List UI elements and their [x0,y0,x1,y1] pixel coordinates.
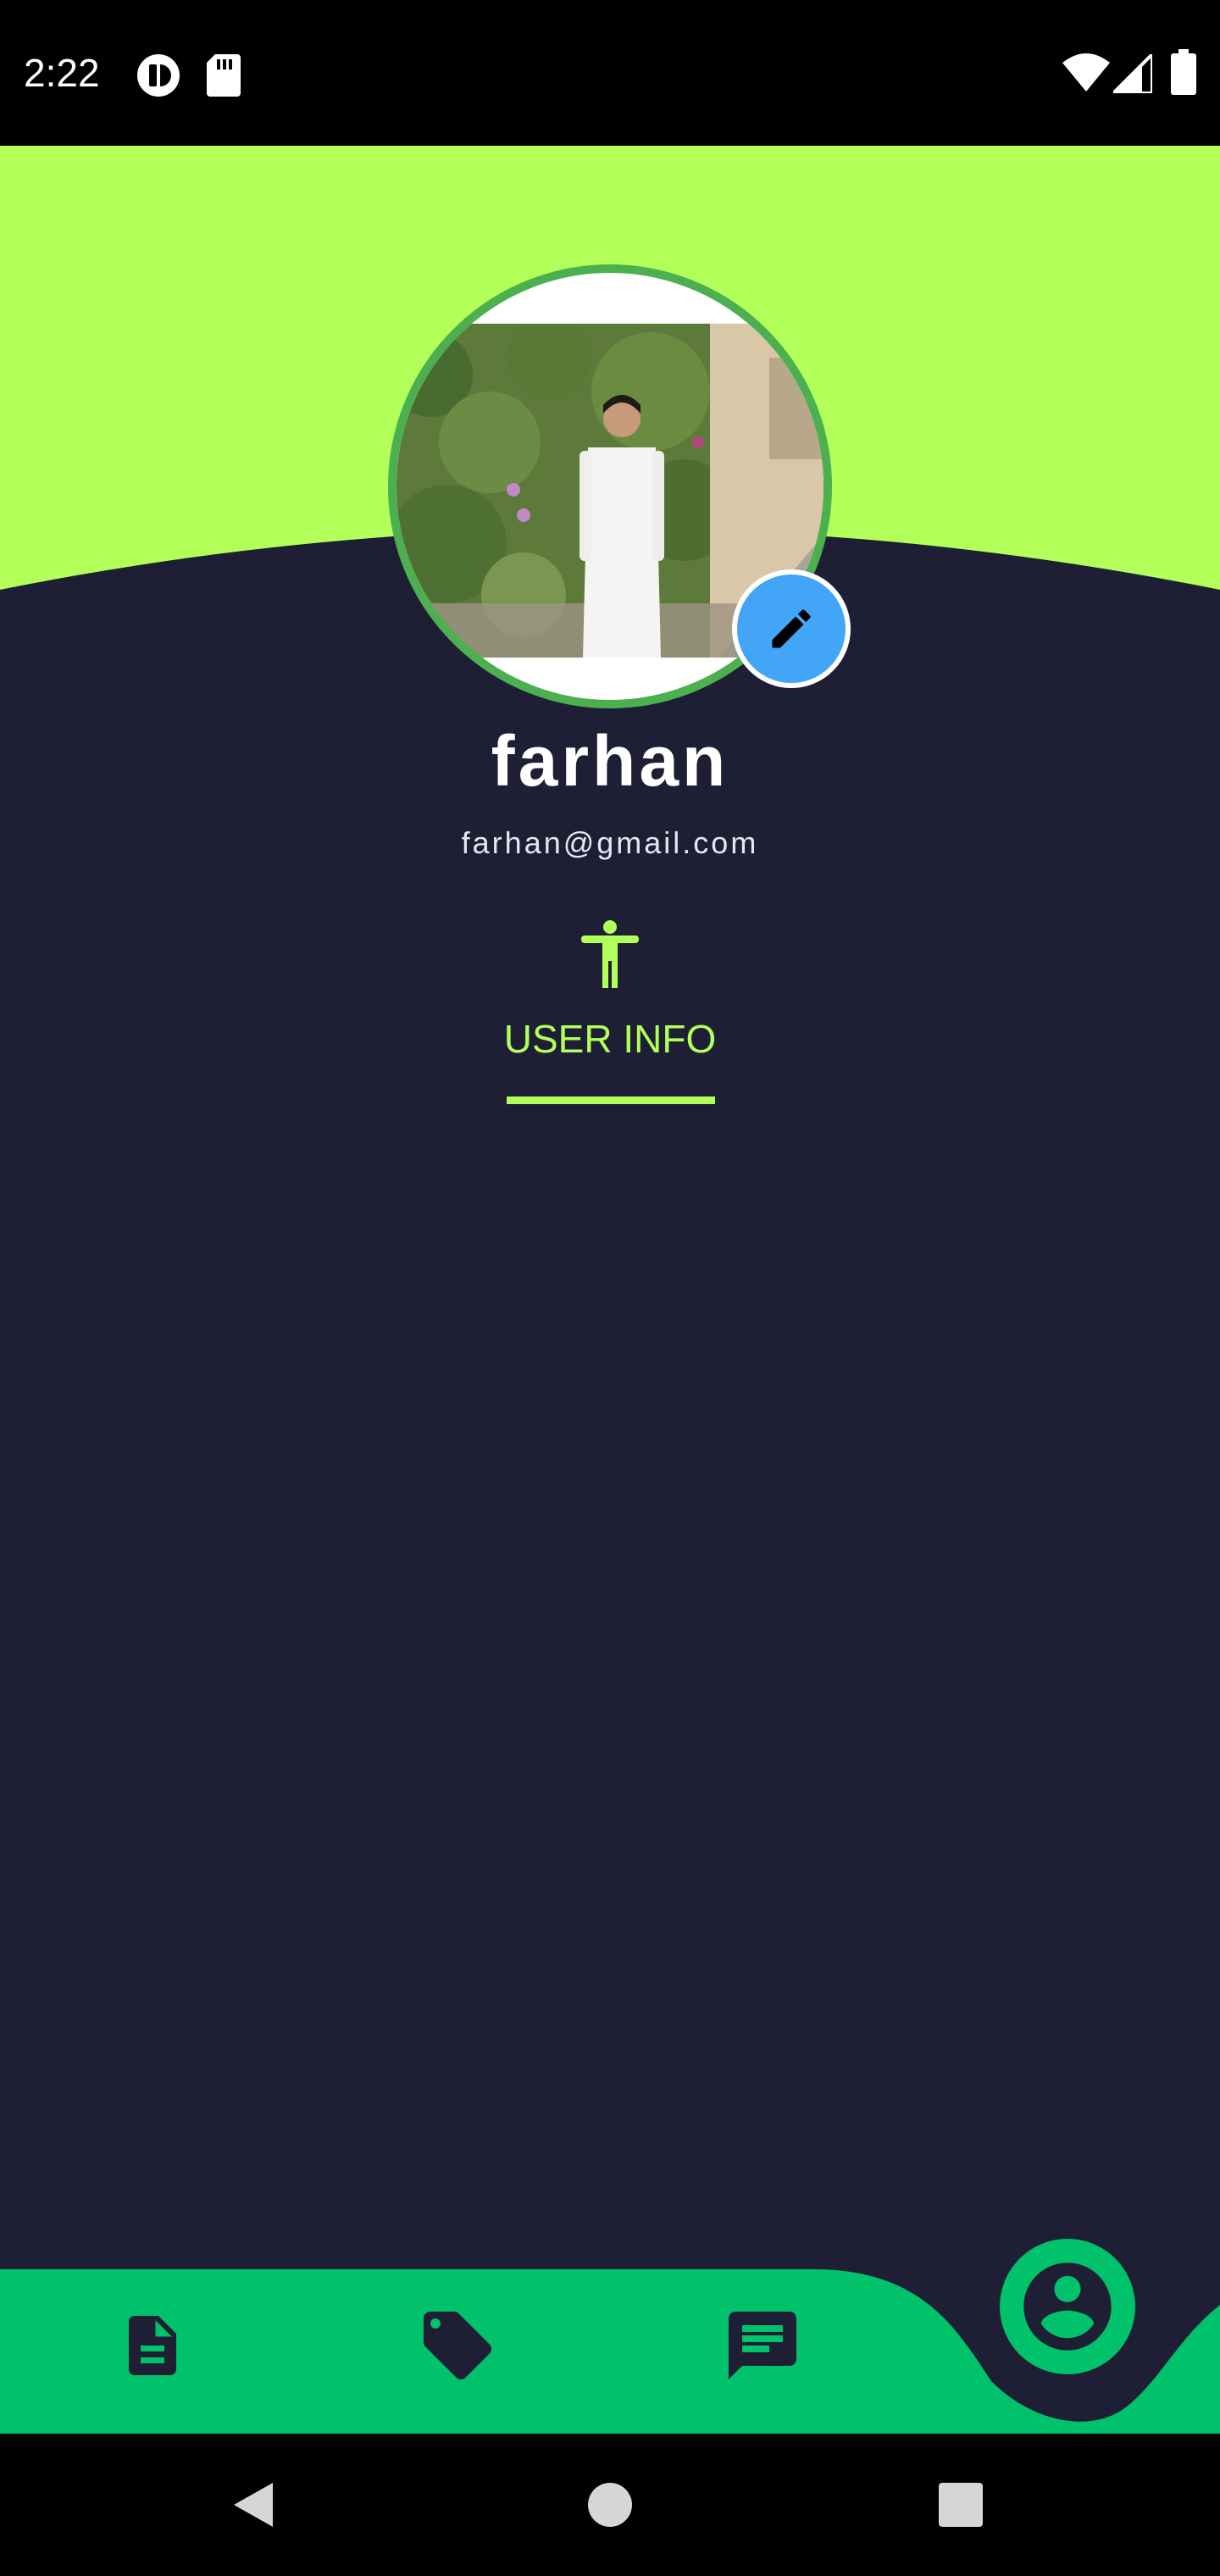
pencil-icon [772,609,811,648]
back-icon [234,2483,273,2527]
notification-circle-icon [137,54,180,97]
recents-button[interactable] [918,2462,1003,2547]
wifi-icon [1062,53,1110,92]
chat-icon [729,2312,796,2379]
sd-card-icon [207,54,241,97]
nav-documents[interactable] [102,2295,203,2396]
tab-user-info[interactable]: USER INFO [500,913,720,1108]
recents-icon [939,2483,983,2527]
nav-messages[interactable] [712,2295,813,2396]
battery-icon [1171,49,1196,95]
status-bar [0,0,1220,146]
back-button[interactable] [212,2462,297,2547]
nav-tags[interactable] [407,2295,508,2396]
tab-indicator [507,1096,715,1104]
document-icon [129,2316,176,2375]
nav-profile[interactable] [1000,2239,1135,2374]
tab-label: USER INFO [503,1017,717,1061]
tag-icon [424,2312,491,2379]
status-time: 2:22 [24,51,100,95]
account-circle-icon [1023,2262,1112,2351]
user-name: farhan [491,721,729,801]
edit-profile-button[interactable] [732,569,851,688]
cell-signal-icon [1113,54,1152,93]
home-icon [588,2483,632,2527]
user-email: farhan@gmail.com [461,825,759,860]
home-button[interactable] [568,2462,652,2547]
accessibility-icon [581,920,639,988]
